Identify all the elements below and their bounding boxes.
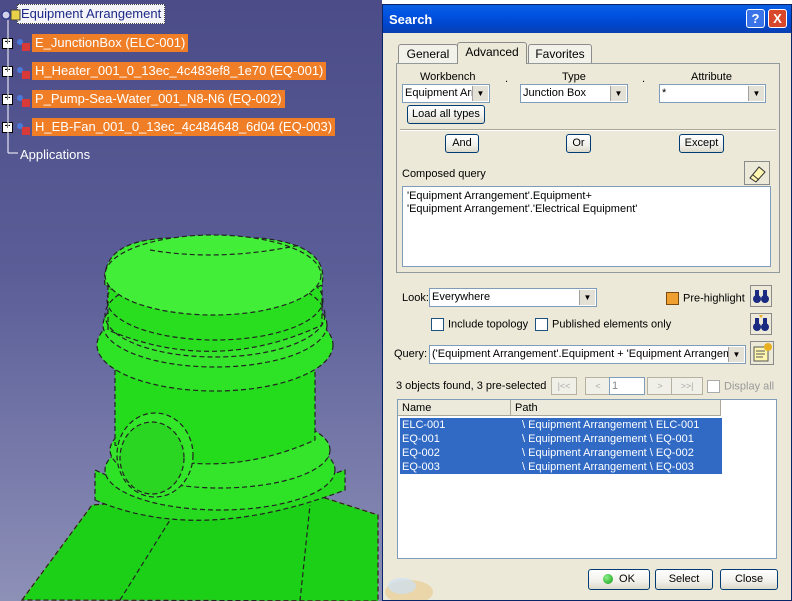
favorite-add-icon (753, 343, 772, 362)
include-topology-label: Include topology (448, 318, 529, 331)
type-select[interactable]: Junction Box ▼ (520, 84, 628, 103)
add-favorite-button[interactable] (750, 341, 774, 365)
results-list[interactable]: Name Path ELC-001 \ Equipment Arrangemen… (397, 399, 777, 559)
published-only-option[interactable]: Published elements only (535, 318, 671, 331)
workbench-value: Equipment Arr (405, 87, 475, 99)
tab-favorites[interactable]: Favorites (528, 44, 592, 64)
select-button[interactable]: Select (655, 569, 713, 590)
pre-highlight-option[interactable]: Pre-highlight (666, 292, 745, 305)
row-path: \ Equipment Arrangement \ ELC-001 (522, 419, 700, 431)
row-path: \ Equipment Arrangement \ EQ-002 (522, 447, 694, 459)
applications-label[interactable]: Applications (20, 147, 90, 162)
tree-root-label[interactable]: Equipment Arrangement (17, 4, 166, 24)
look-value: Everywhere (432, 291, 491, 303)
workbench-label: Workbench (420, 71, 476, 83)
type-label: Type (562, 71, 586, 83)
composed-query-label: Composed query (402, 168, 486, 180)
ok-label: OK (619, 573, 635, 585)
close-button[interactable]: Close (720, 569, 778, 590)
composed-query-line: 'Equipment Arrangement'.Equipment+ (407, 190, 592, 202)
binoculars-icon (753, 290, 769, 303)
ok-button[interactable]: OK (588, 569, 650, 590)
close-window-button[interactable]: X (768, 9, 787, 28)
eraser-button[interactable] (744, 161, 770, 185)
row-name: EQ-002 (402, 447, 440, 459)
row-name: ELC-001 (402, 419, 446, 431)
table-row[interactable]: ELC-001 \ Equipment Arrangement \ ELC-00… (400, 418, 722, 432)
attribute-label: Attribute (691, 71, 732, 83)
tree-item-label[interactable]: H_EB-Fan_001_0_13ec_4c484648_6d04 (EQ-00… (32, 118, 336, 136)
chevron-down-icon[interactable]: ▼ (472, 86, 488, 101)
pre-highlight-checkbox[interactable] (666, 292, 679, 305)
attribute-value: * (662, 87, 667, 99)
display-all-checkbox[interactable] (707, 380, 720, 393)
binoculars-select-icon (753, 315, 769, 331)
include-topology-checkbox[interactable] (431, 318, 444, 331)
row-name: EQ-003 (402, 461, 440, 473)
tree-item[interactable]: + P_Pump-Sea-Water_001_N8-N6 (EQ-002) (2, 89, 285, 109)
chevron-down-icon[interactable]: ▼ (610, 86, 626, 101)
look-label: Look: (402, 292, 429, 304)
dot-separator: . (642, 73, 646, 85)
previous-page-button[interactable]: < (585, 377, 611, 395)
page-number-value: 1 (612, 380, 619, 392)
query-value: ('Equipment Arrangement'.Equipment + 'Eq… (432, 348, 739, 360)
help-button[interactable]: ? (746, 9, 765, 28)
chevron-down-icon[interactable]: ▼ (748, 86, 764, 101)
table-row[interactable]: EQ-002 \ Equipment Arrangement \ EQ-002 (400, 446, 722, 460)
dialog-title: Search (389, 11, 433, 27)
tab-advanced[interactable]: Advanced (457, 42, 527, 64)
dot-separator: . (505, 73, 509, 85)
published-only-label: Published elements only (552, 318, 672, 331)
column-header-name[interactable]: Name (398, 400, 511, 416)
dialog-titlebar[interactable]: Search ? X (383, 5, 791, 33)
composed-query-line: 'Equipment Arrangement'.'Electrical Equi… (407, 203, 638, 215)
column-header-path[interactable]: Path (511, 400, 721, 416)
tree-item-applications[interactable]: Applications (20, 144, 90, 164)
type-value: Junction Box (523, 87, 586, 99)
chevron-down-icon[interactable]: ▼ (579, 290, 595, 305)
display-all-label: Display all (724, 380, 775, 393)
and-button[interactable]: And (445, 134, 479, 153)
search-and-select-button[interactable] (750, 313, 772, 335)
last-page-button[interactable]: >>| (671, 377, 703, 395)
3d-viewport[interactable]: Equipment Arrangement + E_JunctionBox (E… (0, 0, 382, 601)
search-button[interactable] (750, 285, 772, 307)
table-row[interactable]: EQ-001 \ Equipment Arrangement \ EQ-001 (400, 432, 722, 446)
tree-item[interactable]: + H_EB-Fan_001_0_13ec_4c484648_6d04 (EQ-… (2, 117, 336, 137)
pre-highlight-label: Pre-highlight (683, 292, 745, 305)
except-button[interactable]: Except (679, 134, 724, 153)
tree-item[interactable]: + H_Heater_001_0_13ec_4c483ef8_1e70 (EQ-… (2, 61, 327, 81)
look-select[interactable]: Everywhere ▼ (429, 288, 597, 307)
include-topology-option[interactable]: Include topology (431, 318, 528, 331)
composed-query-textarea[interactable]: 'Equipment Arrangement'.Equipment+ 'Equi… (402, 186, 771, 267)
query-select[interactable]: ('Equipment Arrangement'.Equipment + 'Eq… (429, 345, 746, 364)
catia-swirl-logo (385, 578, 433, 600)
tab-general[interactable]: General (398, 44, 458, 64)
tree-item-label[interactable]: H_Heater_001_0_13ec_4c483ef8_1e70 (EQ-00… (32, 62, 327, 80)
tree-item-label[interactable]: E_JunctionBox (ELC-001) (32, 34, 189, 52)
first-page-button[interactable]: |<< (551, 377, 577, 395)
display-all-option[interactable]: Display all (707, 380, 774, 393)
row-name: EQ-001 (402, 433, 440, 445)
or-button[interactable]: Or (566, 134, 591, 153)
divider (400, 129, 776, 131)
chevron-down-icon[interactable]: ▼ (728, 347, 744, 362)
load-all-types-button[interactable]: Load all types (407, 105, 485, 124)
ok-status-icon (603, 574, 614, 585)
table-row[interactable]: EQ-003 \ Equipment Arrangement \ EQ-003 (400, 460, 722, 474)
attribute-select[interactable]: * ▼ (659, 84, 766, 103)
workbench-select[interactable]: Equipment Arr ▼ (402, 84, 490, 103)
row-path: \ Equipment Arrangement \ EQ-001 (522, 433, 694, 445)
query-label: Query: (394, 348, 428, 360)
page-number-field[interactable]: 1 (609, 377, 645, 395)
published-only-checkbox[interactable] (535, 318, 548, 331)
row-path: \ Equipment Arrangement \ EQ-003 (522, 461, 694, 473)
found-status: 3 objects found, 3 pre-selected (396, 380, 547, 392)
eraser-icon (749, 166, 766, 183)
tree-item-label[interactable]: P_Pump-Sea-Water_001_N8-N6 (EQ-002) (32, 90, 285, 108)
next-page-button[interactable]: > (647, 377, 673, 395)
